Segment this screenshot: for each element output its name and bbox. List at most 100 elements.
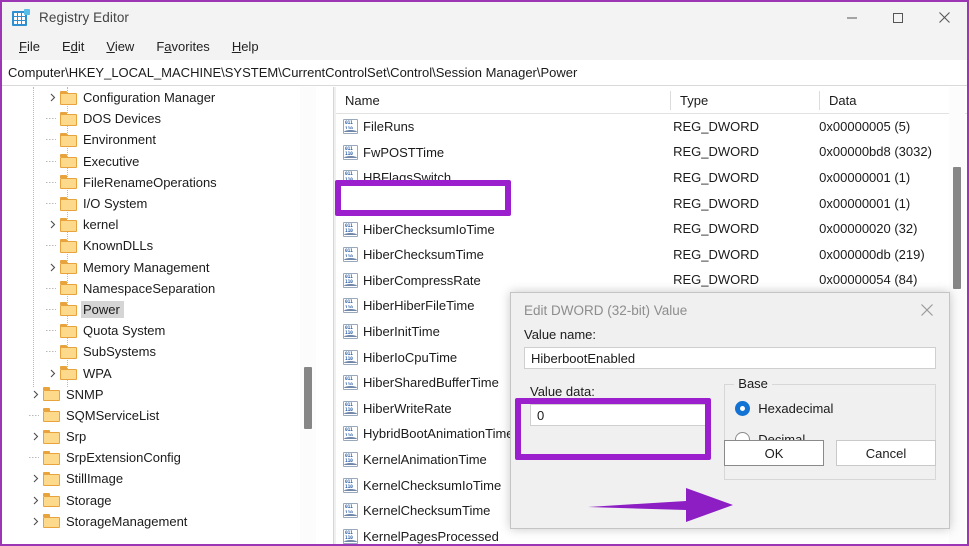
cell-type: REG_DWORD (664, 118, 810, 136)
value-name: HiberChecksumIoTime (363, 221, 495, 237)
table-row[interactable]: 011110 HiberbootEnabled REG_DWORD 0x0000000… (336, 191, 967, 217)
folder-icon (43, 514, 60, 529)
tree-item-label: kernel (83, 217, 119, 233)
chevron-right-icon[interactable] (27, 492, 43, 508)
value-type: REG_DWORD (673, 118, 760, 134)
menu-view[interactable]: View (95, 36, 145, 57)
value-name: KernelPagesProcessed (363, 528, 499, 544)
list-header: Name Type Data (336, 87, 967, 114)
tree-item-label: Srp (66, 429, 87, 445)
table-row[interactable]: 011110 HiberCompressRate REG_DWORD 0x000000… (336, 268, 967, 294)
cell-type: REG_DWORD (664, 195, 810, 213)
value-data-input[interactable]: 0 (530, 404, 707, 426)
dword-value-icon: 011110 (343, 196, 358, 212)
folder-icon (60, 175, 77, 190)
tree-scrollbar[interactable] (300, 87, 316, 544)
minimize-button[interactable] (829, 2, 875, 33)
tree-scrollbar-thumb[interactable] (304, 367, 312, 429)
tree-item-memory-management[interactable]: Memory Management (2, 257, 312, 278)
value-type: REG_DWORD (673, 272, 760, 288)
cell-data: 0x000000db (219) (810, 246, 967, 264)
chevron-right-icon[interactable] (27, 513, 43, 529)
menu-favorites[interactable]: Favorites (145, 36, 220, 57)
cell-data: 0x00000001 (1) (810, 169, 967, 187)
tree-item-label: Environment (83, 132, 156, 148)
chevron-right-icon[interactable] (27, 386, 43, 402)
tree-item-environment[interactable]: Environment (2, 129, 312, 150)
folder-icon (60, 217, 77, 232)
tree-item-executive[interactable]: Executive (2, 151, 312, 172)
tree-item-configuration-manager[interactable]: Configuration Manager (2, 87, 312, 108)
dword-value-icon: 011110 (343, 375, 358, 391)
tree-connector (44, 301, 60, 317)
tree-item-knowndlls[interactable]: KnownDLLs (2, 235, 312, 256)
address-bar[interactable]: Computer\HKEY_LOCAL_MACHINE\SYSTEM\Curre… (2, 60, 967, 86)
chevron-right-icon[interactable] (27, 429, 43, 445)
cancel-button[interactable]: Cancel (836, 440, 936, 466)
cell-name: 011110 HBFlagsSwitch (336, 170, 664, 186)
tree-item-sqmservicelist[interactable]: SQMServiceList (2, 405, 312, 426)
tree-item-srpextensionconfig[interactable]: SrpExtensionConfig (2, 447, 312, 468)
maximize-button[interactable] (875, 2, 921, 33)
value-data: 0x00000001 (1) (819, 195, 911, 211)
chevron-right-icon[interactable] (27, 471, 43, 487)
tree-item-i-o-system[interactable]: I/O System (2, 193, 312, 214)
tree-item-dos-devices[interactable]: DOS Devices (2, 108, 312, 129)
table-row[interactable]: 011110 FileRuns REG_DWORD 0x00000005 (5) (336, 114, 967, 140)
registry-tree-pane: Configuration Manager DOS Devices Environm… (2, 87, 333, 544)
tree-item-filerenameoperations[interactable]: FileRenameOperations (2, 172, 312, 193)
folder-icon (60, 111, 77, 126)
tree-item-quota-system[interactable]: Quota System (2, 320, 312, 341)
title-bar: Registry Editor (2, 2, 967, 33)
radio-hexadecimal[interactable]: Hexadecimal (735, 401, 925, 416)
chevron-right-icon[interactable] (44, 217, 60, 233)
tree-item-label: SQMServiceList (66, 407, 160, 423)
tree-item-label: Storage (66, 492, 112, 508)
column-header-name[interactable]: Name (336, 90, 671, 110)
chevron-right-icon[interactable] (44, 365, 60, 381)
window-controls (829, 2, 967, 33)
dword-value-icon: 011110 (343, 528, 358, 544)
tree-item-storage[interactable]: Storage (2, 490, 312, 511)
tree-item-subsystems[interactable]: SubSystems (2, 341, 312, 362)
tree-item-namespaceseparation[interactable]: NamespaceSeparation (2, 278, 312, 299)
ok-button[interactable]: OK (724, 440, 824, 466)
value-data-text: 0 (537, 407, 545, 423)
tree-item-wpa[interactable]: WPA (2, 362, 312, 383)
tree-item-srp[interactable]: Srp (2, 426, 312, 447)
values-scrollbar[interactable] (949, 87, 965, 544)
table-row[interactable]: 011110 FwPOSTTime REG_DWORD 0x00000bd8 (303… (336, 140, 967, 166)
base-label: Base (734, 376, 772, 391)
tree-item-power[interactable]: Power (2, 299, 312, 320)
value-name: HiberSharedBufferTime (363, 375, 499, 391)
column-header-type[interactable]: Type (671, 90, 820, 110)
value-data: 0x000000db (219) (819, 246, 925, 262)
values-scrollbar-thumb[interactable] (953, 167, 961, 289)
menu-edit[interactable]: Edit (51, 36, 95, 57)
tree-item-label: Memory Management (83, 259, 210, 275)
tree-connector (44, 132, 60, 148)
chevron-right-icon[interactable] (44, 259, 60, 275)
cell-type: REG_DWORD (664, 220, 810, 238)
dword-value-icon: 011110 (343, 170, 358, 186)
table-row[interactable]: 011110 HiberChecksumTime REG_DWORD 0x000000… (336, 242, 967, 268)
table-row[interactable]: 011110 HiberChecksumIoTime REG_DWORD 0x0000… (336, 216, 967, 242)
folder-icon (60, 344, 77, 359)
tree-connector (44, 196, 60, 212)
tree-item-snmp[interactable]: SNMP (2, 384, 312, 405)
tree-item-kernel[interactable]: kernel (2, 214, 312, 235)
tree-item-stillimage[interactable]: StillImage (2, 468, 312, 489)
cell-name: 011110 HiberbootEnabled (336, 196, 664, 212)
radio-hexadecimal-icon[interactable] (735, 401, 751, 416)
table-row[interactable]: 011110 HBFlagsSwitch REG_DWORD 0x00000001 (… (336, 165, 967, 191)
menu-help[interactable]: Help (221, 36, 270, 57)
close-button[interactable] (921, 2, 967, 33)
dialog-close-icon[interactable] (915, 298, 939, 322)
dword-value-icon: 011110 (343, 298, 358, 314)
menu-file[interactable]: File (8, 36, 51, 57)
tree-item-storagemanagement[interactable]: StorageManagement (2, 511, 312, 532)
value-name-input[interactable]: HiberbootEnabled (524, 347, 936, 369)
value-type: REG_DWORD (673, 221, 760, 237)
chevron-right-icon[interactable] (44, 90, 60, 106)
column-header-data[interactable]: Data (820, 91, 967, 110)
